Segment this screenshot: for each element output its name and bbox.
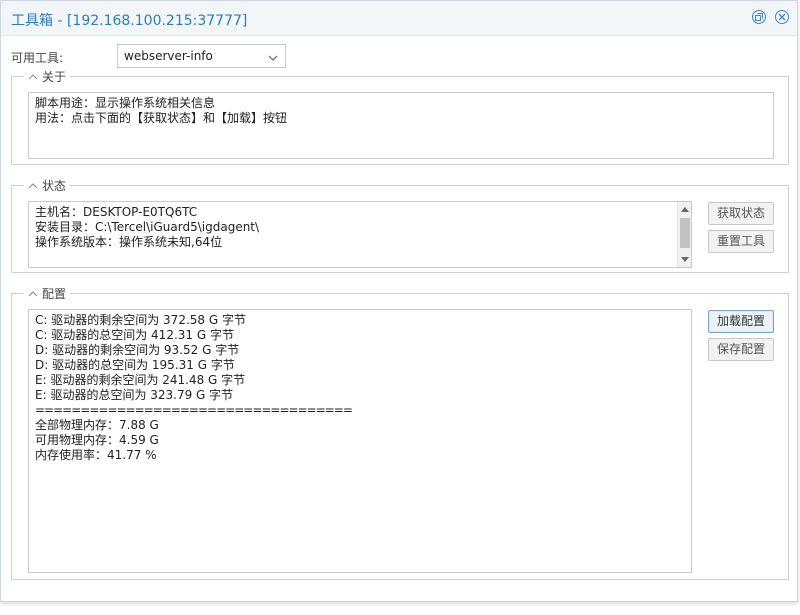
restore-icon[interactable]	[752, 10, 766, 24]
about-line: 用法：点击下面的【获取状态】和【加载】按钮	[35, 111, 288, 125]
load-config-button[interactable]: 加载配置	[708, 310, 774, 333]
title-bar[interactable]: 工具箱 - [192.168.100.215:37777]	[1, 1, 797, 36]
status-legend[interactable]: 状态	[24, 178, 71, 194]
config-line: C: 驱动器的总空间为 412.31 G 字节	[35, 328, 234, 342]
about-legend-label: 关于	[42, 70, 67, 84]
chevron-up-icon	[28, 183, 38, 189]
close-icon[interactable]	[775, 10, 789, 24]
scroll-thumb[interactable]	[680, 218, 690, 248]
status-line: 主机名：DESKTOP-E0TQ6TC	[35, 205, 198, 219]
about-line: 脚本用途：显示操作系统相关信息	[35, 96, 216, 110]
config-line: D: 驱动器的剩余空间为 93.52 G 字节	[35, 343, 240, 357]
config-line: E: 驱动器的总空间为 323.79 G 字节	[35, 388, 234, 402]
reset-tool-button[interactable]: 重置工具	[708, 230, 774, 253]
config-legend[interactable]: 配置	[24, 286, 71, 302]
config-line: 可用物理内存：4.59 G	[35, 433, 159, 447]
scroll-down-icon[interactable]	[681, 257, 689, 262]
config-line: E: 驱动器的剩余空间为 241.48 G 字节	[35, 373, 246, 387]
status-legend-label: 状态	[42, 179, 67, 193]
tool-select-value: webserver-info	[124, 49, 213, 63]
chevron-up-icon	[28, 74, 38, 80]
about-group: 关于 脚本用途：显示操作系统相关信息 用法：点击下面的【获取状态】和【加载】按钮	[11, 69, 789, 165]
toolbox-window: 工具箱 - [192.168.100.215:37777] 可用工具: webs…	[0, 0, 798, 602]
chevron-up-icon	[28, 291, 38, 297]
about-textarea[interactable]: 脚本用途：显示操作系统相关信息 用法：点击下面的【获取状态】和【加载】按钮	[28, 92, 774, 159]
config-group: 配置 C: 驱动器的剩余空间为 372.58 G 字节 C: 驱动器的总空间为 …	[11, 286, 789, 580]
config-textarea[interactable]: C: 驱动器的剩余空间为 372.58 G 字节 C: 驱动器的总空间为 412…	[28, 309, 692, 573]
status-scrollbar[interactable]	[677, 202, 691, 267]
config-line: 全部物理内存：7.88 G	[35, 418, 159, 432]
chevron-down-icon	[268, 51, 278, 65]
status-textarea[interactable]: 主机名：DESKTOP-E0TQ6TC 安装目录：C:\Tercel\iGuar…	[28, 201, 692, 268]
status-line: 操作系统版本：操作系统未知,64位	[35, 235, 223, 249]
config-line: D: 驱动器的总空间为 195.31 G 字节	[35, 358, 235, 372]
about-legend[interactable]: 关于	[24, 69, 71, 85]
get-status-button[interactable]: 获取状态	[708, 202, 774, 225]
config-line: 内存使用率：41.77 %	[35, 448, 157, 462]
status-line: 安装目录：C:\Tercel\iGuard5\igdagent\	[35, 220, 260, 234]
tools-label: 可用工具:	[11, 51, 64, 65]
config-line: C: 驱动器的剩余空间为 372.58 G 字节	[35, 313, 246, 327]
status-group: 状态 主机名：DESKTOP-E0TQ6TC 安装目录：C:\Tercel\iG…	[11, 178, 789, 273]
config-line: ===================================	[35, 403, 353, 417]
config-legend-label: 配置	[42, 287, 67, 301]
scroll-up-icon[interactable]	[681, 207, 689, 212]
save-config-button[interactable]: 保存配置	[708, 338, 774, 361]
tool-select[interactable]: webserver-info	[117, 44, 286, 68]
window-title: 工具箱 - [192.168.100.215:37777]	[11, 13, 248, 29]
